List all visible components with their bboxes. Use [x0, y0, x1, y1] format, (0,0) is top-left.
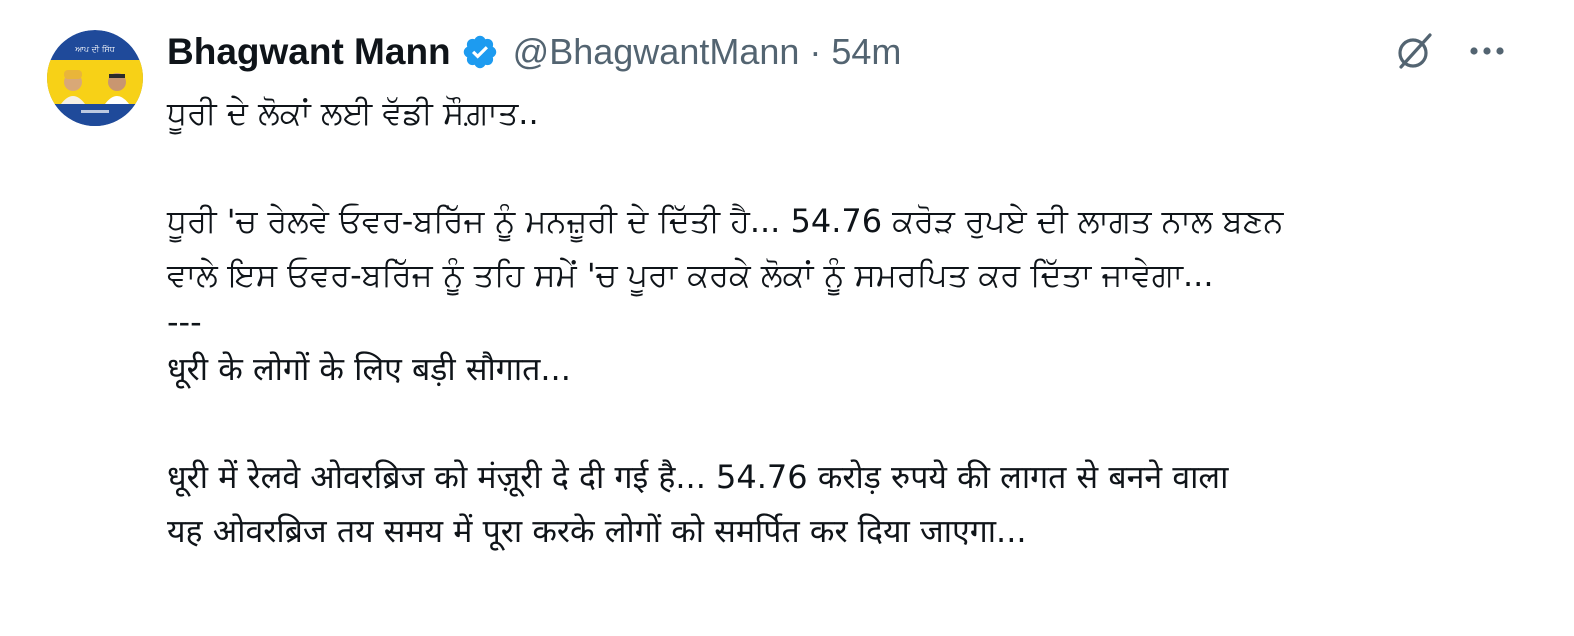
- avatar-label: ਆਪ ਦੀ ਸਿੱਧ: [74, 45, 116, 54]
- hindi-line-2: यह ओवरब्रिज तय समय में पूरा करके लोगों क…: [167, 512, 1027, 550]
- punjabi-line-2: ਵਾਲੇ ਇਸ ਓਵਰ-ਬਰਿੱਜ ਨੂੰ ਤਹਿ ਸਮੇਂ 'ਚ ਪੂਰਾ ਕ…: [167, 256, 1214, 294]
- hindi-title: धूरी के लोगों के लिए बड़ी सौगात...: [167, 350, 571, 388]
- author-handle[interactable]: @BhagwantMann: [513, 31, 800, 73]
- tweet[interactable]: ਆਪ ਦੀ ਸਿੱਧ Bhagwant Mann @BhagwantMann ·…: [0, 0, 1574, 636]
- more-icon[interactable]: [1462, 28, 1512, 74]
- divider: ---: [167, 303, 202, 341]
- tweet-text: ਧੂਰੀ ਦੇ ਲੋਕਾਂ ਲਈ ਵੱਡੀ ਸੌਗ਼ਾਤ.. ਧੂਰੀ 'ਚ ਰ…: [167, 86, 1527, 558]
- verified-badge-icon[interactable]: [461, 33, 499, 71]
- tweet-header: Bhagwant Mann @BhagwantMann · 54m: [167, 24, 901, 80]
- punjabi-line-1: ਧੂਰੀ 'ਚ ਰੇਲਵੇ ਓਵਰ-ਬਰਿੱਜ ਨੂੰ ਮਨਜ਼ੂਰੀ ਦੇ ਦ…: [167, 202, 1284, 240]
- avatar-image: ਆਪ ਦੀ ਸਿੱਧ: [47, 30, 143, 126]
- punjabi-title: ਧੂਰੀ ਦੇ ਲੋਕਾਂ ਲਈ ਵੱਡੀ ਸੌਗ਼ਾਤ..: [167, 94, 539, 132]
- display-name[interactable]: Bhagwant Mann: [167, 31, 451, 73]
- avatar[interactable]: ਆਪ ਦੀ ਸਿੱਧ: [47, 30, 143, 126]
- hindi-line-1: धूरी में रेलवे ओवरब्रिज को मंज़ूरी दे दी…: [167, 458, 1229, 496]
- timestamp[interactable]: 54m: [831, 31, 901, 73]
- separator: ·: [809, 31, 822, 72]
- grok-icon[interactable]: [1392, 28, 1438, 74]
